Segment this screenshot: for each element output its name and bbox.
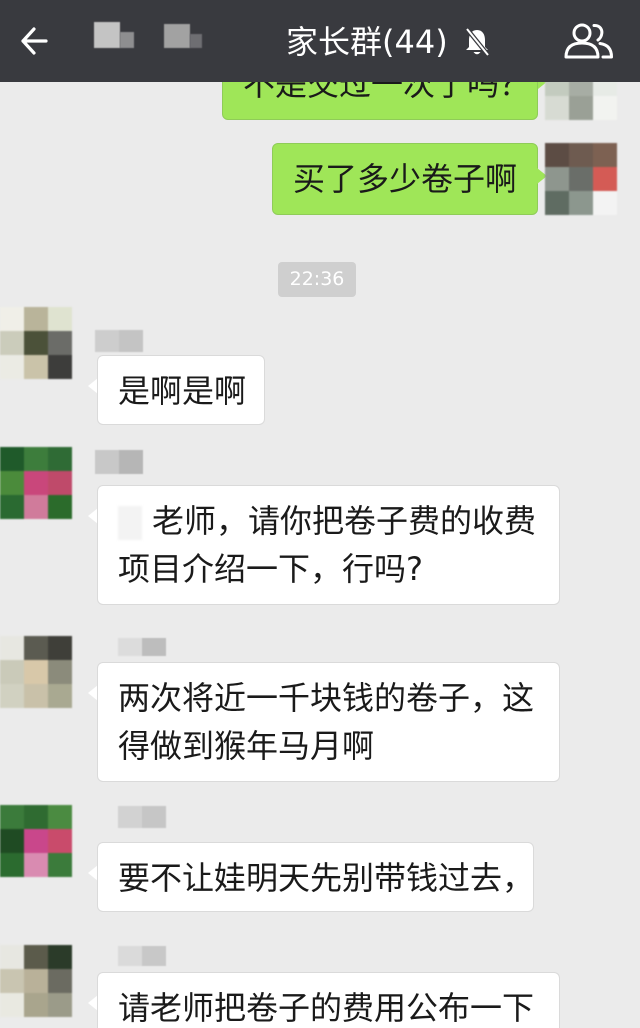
message-bubble[interactable]: 要不让娃明天先别带钱过去， [97,842,534,912]
avatar-pixel [48,853,72,877]
message-list[interactable]: 不是交过一次了吗？ 买了多少卷子啊 22:36 是啊是啊 老师，请你把卷子费的收… [0,0,640,1028]
avatar-pixel [48,829,72,853]
avatar-pixel [48,805,72,829]
avatar-pixel [48,471,72,495]
back-arrow-icon[interactable] [19,24,49,58]
avatar-pixel [0,829,24,853]
avatar-pixel [593,167,617,191]
avatar-pixel [569,167,593,191]
avatar-pixel [545,96,569,120]
avatar-pixel [545,143,569,167]
message-text: 是啊是啊 [118,372,247,410]
avatar-pixel [24,684,48,708]
avatar-pixel [545,167,569,191]
avatar[interactable] [0,307,72,379]
obscured-header-text [164,24,190,48]
avatar-pixel [48,307,72,331]
avatar-pixel [593,96,617,120]
avatar-pixel [48,684,72,708]
avatar-pixel [48,660,72,684]
message-text: 老师，请你把卷子费的收费 [152,502,537,540]
avatar-pixel [48,447,72,471]
avatar-pixel [24,945,48,969]
avatar-pixel [48,495,72,519]
avatar-pixel [24,447,48,471]
avatar[interactable] [0,805,72,877]
avatar-pixel [24,853,48,877]
time-divider: 22:36 [278,262,356,297]
avatar-pixel [48,636,72,660]
obscured-sender-name [95,450,143,474]
chat-header: 家长群(44) [0,0,640,82]
obscured-mention [118,506,142,540]
avatar-pixel [0,969,24,993]
avatar-pixel [0,805,24,829]
avatar-pixel [0,331,24,355]
avatar-pixel [0,660,24,684]
avatar-pixel [0,993,24,1017]
avatar-pixel [24,660,48,684]
avatar-pixel [0,945,24,969]
obscured-sender-name [95,330,143,352]
avatar[interactable] [545,143,617,215]
message-text: 请老师把卷子的费用公布一下 [118,989,535,1027]
avatar-pixel [48,993,72,1017]
avatar-pixel [0,684,24,708]
avatar-pixel [0,636,24,660]
avatar-pixel [0,447,24,471]
avatar-pixel [569,191,593,215]
avatar-pixel [0,355,24,379]
message-text: 项目介绍一下，行吗? [118,550,423,588]
avatar-pixel [0,853,24,877]
obscured-sender-name [118,638,166,656]
bell-off-icon [462,26,492,58]
avatar-pixel [24,471,48,495]
message-bubble[interactable]: 是啊是啊 [97,355,265,425]
obscured-sender-name [118,806,166,828]
message-text: 两次将近一千块钱的卷子，这 [118,679,535,717]
obscured-header-text [190,34,202,48]
avatar-pixel [0,471,24,495]
avatar-pixel [24,805,48,829]
message-bubble[interactable]: 买了多少卷子啊 [272,143,538,215]
avatar-pixel [24,355,48,379]
avatar-pixel [24,829,48,853]
avatar[interactable] [0,636,72,708]
avatar-pixel [24,993,48,1017]
avatar-pixel [545,191,569,215]
avatar-pixel [593,143,617,167]
group-members-icon[interactable] [563,21,615,61]
message-bubble[interactable]: 请老师把卷子的费用公布一下 [97,972,560,1028]
avatar-pixel [0,495,24,519]
avatar[interactable] [0,447,72,519]
avatar-pixel [24,495,48,519]
message-text: 买了多少卷子啊 [293,160,518,198]
obscured-sender-name [118,946,166,966]
avatar-pixel [24,331,48,355]
message-bubble[interactable]: 两次将近一千块钱的卷子，这 得做到猴年马月啊 [97,662,560,782]
avatar-pixel [0,307,24,331]
avatar-pixel [48,945,72,969]
avatar-pixel [593,191,617,215]
avatar-pixel [24,636,48,660]
message-text: 要不让娃明天先别带钱过去， [118,859,534,897]
obscured-header-text [94,22,120,48]
avatar-pixel [569,143,593,167]
message-bubble[interactable]: 老师，请你把卷子费的收费 项目介绍一下，行吗? [97,485,560,605]
avatar-pixel [48,969,72,993]
message-text: 得做到猴年马月啊 [118,727,375,765]
avatar-pixel [24,969,48,993]
avatar-pixel [48,331,72,355]
obscured-header-text [120,32,134,48]
avatar-pixel [48,355,72,379]
message-line: 老师，请你把卷子费的收费 [118,497,559,545]
avatar-pixel [24,307,48,331]
chat-title: 家长群(44) [286,23,448,61]
avatar[interactable] [0,945,72,1017]
avatar-pixel [569,96,593,120]
